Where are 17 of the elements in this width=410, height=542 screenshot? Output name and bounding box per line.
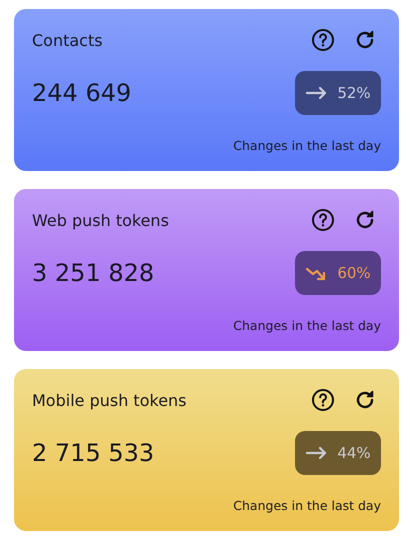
help-icon[interactable]: [311, 208, 335, 232]
card-caption: Changes in the last day: [233, 138, 381, 153]
card-caption: Changes in the last day: [233, 498, 381, 513]
arrow-right-icon: [305, 84, 328, 102]
stat-value: 3 251 828: [32, 259, 154, 287]
card-caption: Changes in the last day: [233, 318, 381, 333]
card-title: Mobile push tokens: [32, 390, 188, 410]
arrow-right-icon: [305, 444, 328, 462]
trend-badge: 52%: [295, 71, 381, 115]
help-icon[interactable]: [311, 28, 335, 52]
card-title: Contacts: [32, 30, 104, 50]
card-title: Web push tokens: [32, 210, 170, 230]
trend-badge: 44%: [295, 431, 381, 475]
stat-value: 2 715 533: [32, 439, 154, 467]
stat-value: 244 649: [32, 79, 132, 107]
help-icon[interactable]: [311, 388, 335, 412]
trend-badge: 60%: [295, 251, 381, 295]
